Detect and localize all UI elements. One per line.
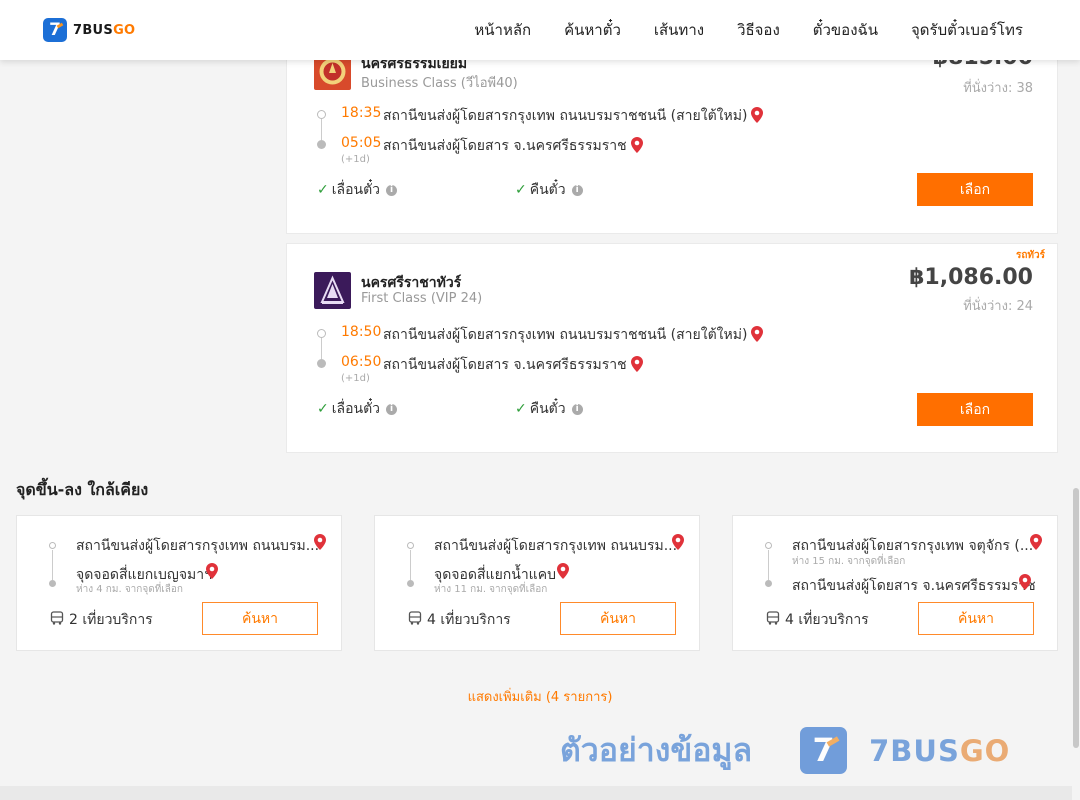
map-pin-icon[interactable] <box>751 326 764 346</box>
map-pin-icon[interactable] <box>751 107 764 127</box>
feature-change-ticket: ✓ เลื่อนตั๋ว i <box>317 179 398 201</box>
timeline-start-dot <box>317 110 326 119</box>
map-pin-icon[interactable] <box>1030 534 1042 554</box>
nearby-from-station: สถานีขนส่งผู้โดยสารกรุงเทพ ถนนบรม... <box>434 538 678 554</box>
timeline-line <box>768 550 769 580</box>
timeline-line <box>52 550 53 580</box>
trip-card: นครศรีธรรมเยี่ยม Business Class (วีไอพี4… <box>286 40 1058 234</box>
nearby-search-button[interactable]: ค้นหา <box>560 602 676 635</box>
check-icon: ✓ <box>317 182 329 198</box>
seats-available: ที่นั่งว่าง: 38 <box>963 81 1033 96</box>
trip-count: 4 เที่ยวบริการ <box>766 609 869 631</box>
select-trip-button[interactable]: เลือก <box>917 393 1033 426</box>
timeline-end-dot <box>317 140 326 149</box>
bus-class: First Class (VIP 24) <box>361 291 483 306</box>
info-icon[interactable]: i <box>386 403 398 415</box>
nearby-card: สถานีขนส่งผู้โดยสารกรุงเทพ จตุจักร (... … <box>732 515 1058 651</box>
map-pin-icon[interactable] <box>1019 574 1031 594</box>
sample-data-watermark: ตัวอย่างข้อมูล 7 7BUSGO <box>560 725 1010 776</box>
feature-refund-ticket: ✓ คืนตั๋ว i <box>515 398 583 420</box>
arrive-time: 05:05 <box>341 135 382 151</box>
map-pin-icon[interactable] <box>630 137 643 157</box>
map-pin-icon[interactable] <box>206 563 218 583</box>
distance-note: ห่าง 4 กม. จากจุดที่เลือก <box>76 584 183 595</box>
trip-count: 4 เที่ยวบริการ <box>408 609 511 631</box>
nearby-to-station: สถานีขนส่งผู้โดยสาร จ.นครศรีธรรมราช <box>792 578 1036 594</box>
logo-text: 7BUSGO <box>73 22 136 38</box>
main-nav: หน้าหลัก ค้นหาตั๋ว เส้นทาง วิธีจอง ตั๋วข… <box>474 0 1023 60</box>
depart-time: 18:50 <box>341 324 382 340</box>
trip-count: 2 เที่ยวบริการ <box>50 609 153 631</box>
nearby-from-station: สถานีขนส่งผู้โดยสารกรุงเทพ ถนนบรม... <box>76 538 320 554</box>
nearby-search-button[interactable]: ค้นหา <box>202 602 318 635</box>
depart-station[interactable]: สถานีขนส่งผู้โดยสารกรุงเทพ ถนนบรมราชชนนี… <box>383 324 764 346</box>
next-day-note: (+1d) <box>341 373 370 384</box>
map-pin-icon[interactable] <box>630 356 643 376</box>
check-icon: ✓ <box>515 401 527 417</box>
arrive-station[interactable]: สถานีขนส่งผู้โดยสาร จ.นครศรีธรรมราช <box>383 135 643 157</box>
watermark-logo-icon: 7 <box>800 727 848 774</box>
timeline-start-dot <box>765 542 772 549</box>
map-pin-icon[interactable] <box>557 563 569 583</box>
timeline-line <box>321 119 322 140</box>
timeline-line <box>410 550 411 580</box>
operator-logo-icon <box>314 272 351 309</box>
scrollbar-thumb[interactable] <box>1073 488 1079 748</box>
depart-time: 18:35 <box>341 105 382 121</box>
nearby-card: สถานีขนส่งผู้โดยสารกรุงเทพ ถนนบรม... จุด… <box>374 515 700 651</box>
nav-how-to-book[interactable]: วิธีจอง <box>737 18 780 42</box>
bus-class: Business Class (วีไอพี40) <box>361 76 518 91</box>
nearby-card: สถานีขนส่งผู้โดยสารกรุงเทพ ถนนบรม... จุด… <box>16 515 342 651</box>
nav-home[interactable]: หน้าหลัก <box>474 18 531 42</box>
bus-icon <box>766 611 780 629</box>
select-trip-button[interactable]: เลือก <box>917 173 1033 206</box>
arrive-station[interactable]: สถานีขนส่งผู้โดยสาร จ.นครศรีธรรมราช <box>383 354 643 376</box>
bus-icon <box>408 611 422 629</box>
logo-mark-icon: 7 <box>43 18 67 42</box>
top-header: 7 7BUSGO หน้าหลัก ค้นหาตั๋ว เส้นทาง วิธี… <box>0 0 1080 60</box>
seats-available: ที่นั่งว่าง: 24 <box>963 299 1033 314</box>
brand-logo[interactable]: 7 7BUSGO <box>43 18 135 42</box>
nav-pickup-points[interactable]: จุดรับตั๋วเบอร์โทร <box>911 18 1023 42</box>
depart-station[interactable]: สถานีขนส่งผู้โดยสารกรุงเทพ ถนนบรมราชชนนี… <box>383 105 764 127</box>
distance-note: ห่าง 11 กม. จากจุดที่เลือก <box>434 584 548 595</box>
trip-price: ฿1,086.00 <box>909 265 1033 290</box>
info-icon[interactable]: i <box>386 184 398 196</box>
info-icon[interactable]: i <box>571 184 583 196</box>
nav-my-tickets[interactable]: ตั๋วของฉัน <box>813 18 878 42</box>
bus-icon <box>50 611 64 629</box>
show-more-link[interactable]: แสดงเพิ่มเติม (4 รายการ) <box>0 686 1080 707</box>
trip-card: รถทัวร์ นครศรีราชาทัวร์ First Class (VIP… <box>286 243 1058 453</box>
map-pin-icon[interactable] <box>672 534 684 554</box>
next-day-note: (+1d) <box>341 154 370 165</box>
timeline-start-dot <box>49 542 56 549</box>
check-icon: ✓ <box>515 182 527 198</box>
timeline-end-dot <box>317 359 326 368</box>
timeline-end-dot <box>407 580 414 587</box>
footer-band <box>0 786 1080 800</box>
timeline-end-dot <box>765 580 772 587</box>
timeline-end-dot <box>49 580 56 587</box>
check-icon: ✓ <box>317 401 329 417</box>
arrive-time: 06:50 <box>341 354 382 370</box>
nav-routes[interactable]: เส้นทาง <box>654 18 704 42</box>
feature-change-ticket: ✓ เลื่อนตั๋ว i <box>317 398 398 420</box>
nearby-section-title: จุดขึ้น-ลง ใกล้เคียง <box>16 480 149 499</box>
map-pin-icon[interactable] <box>314 534 326 554</box>
timeline-start-dot <box>407 542 414 549</box>
info-icon[interactable]: i <box>571 403 583 415</box>
feature-refund-ticket: ✓ คืนตั๋ว i <box>515 179 583 201</box>
watermark-text: ตัวอย่างข้อมูล <box>560 731 753 769</box>
bus-type-tag: รถทัวร์ <box>1015 250 1045 261</box>
watermark-brand: 7BUSGO <box>869 733 1011 768</box>
nav-search-tickets[interactable]: ค้นหาตั๋ว <box>564 18 621 42</box>
timeline-line <box>321 338 322 359</box>
timeline-start-dot <box>317 329 326 338</box>
nearby-search-button[interactable]: ค้นหา <box>918 602 1034 635</box>
distance-note: ห่าง 15 กม. จากจุดที่เลือก <box>792 556 906 567</box>
